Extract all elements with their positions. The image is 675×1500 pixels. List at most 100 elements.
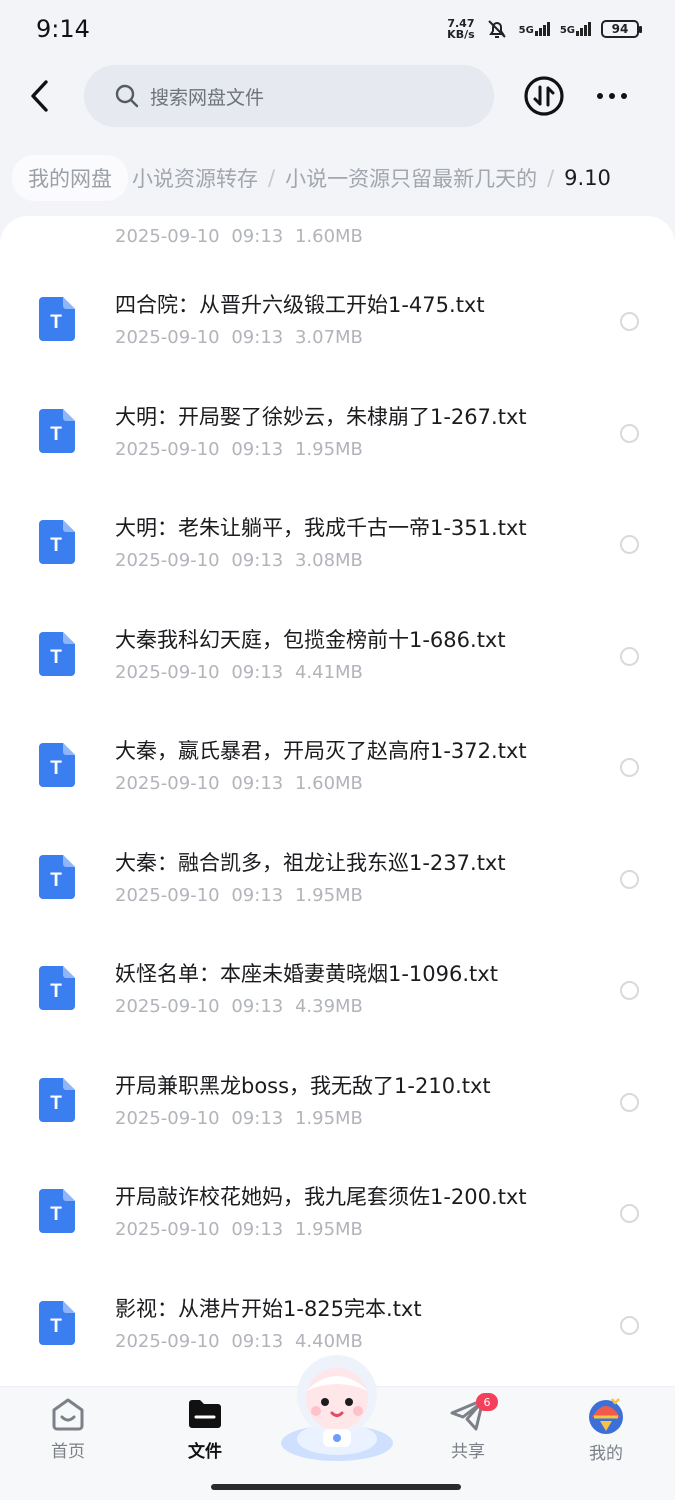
file-meta: 2025-09-10 09:13 3.08MB — [115, 550, 363, 571]
folder-icon — [189, 1400, 221, 1428]
nav-mine-label: 我的 — [589, 1444, 623, 1464]
file-meta: 2025-09-10 09:13 4.41MB — [115, 661, 363, 683]
select-checkbox[interactable] — [620, 981, 639, 1000]
file-meta: 2025-09-10 09:13 1.95MB — [115, 1219, 363, 1240]
breadcrumb-root[interactable]: 我的网盘 — [12, 155, 128, 201]
nav-share[interactable]: 6 共享 — [428, 1393, 508, 1465]
file-row[interactable]: T 大明：老朱让躺平，我成千古一帝1-351.txt 2025-09-10 09:1… — [0, 488, 675, 600]
search-input[interactable]: 搜索网盘文件 — [84, 65, 494, 127]
back-button[interactable] — [20, 76, 60, 116]
file-meta: 2025-09-10 09:13 1.60MB — [115, 226, 363, 247]
nav-home[interactable]: 首页 — [28, 1395, 108, 1465]
signal-icon-2: 5G — [560, 22, 591, 36]
txt-file-icon: T — [39, 854, 75, 899]
select-checkbox[interactable] — [620, 423, 639, 443]
file-list: 2025-09-10 09:13 1.60MB T 四合院：从晋升六级锻工开始1-… — [0, 216, 675, 1386]
svg-text:T: T — [50, 1204, 62, 1225]
svg-text:T: T — [50, 1316, 62, 1337]
select-checkbox[interactable] — [620, 646, 639, 666]
file-meta: 2025-09-10 09:13 1.60MB — [115, 773, 363, 794]
breadcrumb-separator: / — [547, 166, 555, 190]
signal-icon-1: 5G — [519, 22, 550, 36]
breadcrumb-item[interactable]: 小说一资源只留最新几天的 — [281, 163, 541, 193]
file-row[interactable]: T 开局敲诈校花她妈，我九尾套须佐1-200.txt 2025-09-10 09:1… — [0, 1157, 675, 1269]
svg-text:T: T — [50, 1093, 62, 1114]
nav-share-label: 共享 — [451, 1442, 485, 1462]
file-meta: 2025-09-10 09:13 1.95MB — [115, 1107, 363, 1129]
chevron-left-icon — [31, 80, 48, 112]
more-options-button[interactable] — [592, 80, 632, 112]
file-row[interactable]: T 大秦，嬴氏暴君，开局灭了赵高府1-372.txt 2025-09-10 09:1… — [0, 711, 675, 823]
select-checkbox[interactable] — [620, 535, 639, 554]
breadcrumb-current: 9.10 — [564, 166, 611, 190]
file-name: 大明：老朱让躺平，我成千古一帝1-351.txt — [115, 516, 527, 540]
txt-file-icon: T — [39, 743, 75, 787]
select-checkbox[interactable] — [620, 1092, 639, 1112]
file-meta: 2025-09-10 09:13 4.39MB — [115, 996, 363, 1017]
clock: 9:14 — [36, 15, 90, 43]
txt-file-icon: T — [39, 1077, 75, 1122]
svg-text:T: T — [50, 758, 62, 779]
file-row[interactable]: T 大秦：融合凯多，祖龙让我东巡1-237.txt 2025-09-10 09:13… — [0, 823, 675, 935]
breadcrumb: 我的网盘 小说资源转存 / 小说一资源只留最新几天的 / 9.10 — [12, 155, 675, 201]
file-row[interactable]: T 大秦我科幻天庭，包揽金榜前十1-686.txt 2025-09-10 09:13… — [0, 600, 675, 712]
file-row-partial[interactable]: 2025-09-10 09:13 1.60MB — [0, 216, 675, 254]
file-name: 妖怪名单：本座未婚妻黄晓烟1-1096.txt — [115, 962, 498, 986]
txt-file-icon: T — [39, 1189, 75, 1233]
dot-icon — [609, 93, 615, 99]
select-checkbox[interactable] — [620, 758, 639, 777]
file-meta: 2025-09-10 09:13 1.95MB — [115, 438, 363, 460]
header: 搜索网盘文件 — [0, 62, 675, 130]
select-checkbox[interactable] — [620, 869, 639, 889]
svg-text:T: T — [50, 981, 62, 1002]
battery-icon: 94 — [601, 20, 642, 38]
file-meta: 2025-09-10 09:13 1.95MB — [115, 884, 363, 906]
txt-file-icon: T — [39, 631, 75, 676]
ai-assistant-mascot-icon[interactable] — [276, 1351, 398, 1463]
status-icons: 7.47 KB/s 5G 5G 94 — [447, 17, 642, 41]
breadcrumb-separator: / — [268, 166, 276, 190]
network-speed: 7.47 KB/s — [447, 17, 475, 41]
file-row[interactable]: T 四合院：从晋升六级锻工开始1-475.txt 2025-09-10 09:13 … — [0, 265, 675, 377]
file-meta: 2025-09-10 09:13 3.07MB — [115, 327, 363, 348]
home-indicator — [211, 1484, 461, 1490]
dot-icon — [621, 93, 627, 99]
file-meta: 2025-09-10 09:13 4.40MB — [115, 1330, 363, 1352]
nav-mine[interactable]: 我的 — [566, 1395, 646, 1465]
status-bar: 9:14 7.47 KB/s 5G 5G 94 — [0, 0, 675, 58]
svg-text:T: T — [50, 424, 62, 445]
transfer-icon — [524, 76, 564, 116]
file-row[interactable]: T 开局兼职黑龙boss，我无敌了1-210.txt 2025-09-10 09:1… — [0, 1046, 675, 1158]
txt-file-icon: T — [39, 297, 75, 341]
avatar-icon — [589, 1398, 623, 1434]
file-name: 影视：从港片开始1-825完本.txt — [115, 1296, 422, 1321]
select-checkbox[interactable] — [620, 1204, 639, 1223]
select-checkbox[interactable] — [620, 1315, 639, 1335]
file-name: 四合院：从晋升六级锻工开始1-475.txt — [115, 293, 485, 317]
share-badge: 6 — [476, 1393, 498, 1411]
mute-bell-icon — [487, 20, 506, 38]
bottom-nav: 首页 文件 6 共享 我的 — [0, 1355, 675, 1500]
search-icon — [115, 84, 139, 108]
nav-files[interactable]: 文件 — [165, 1395, 245, 1465]
file-row[interactable]: T 大明：开局娶了徐妙云，朱棣崩了1-267.txt 2025-09-10 09:1… — [0, 377, 675, 489]
svg-text:T: T — [50, 647, 62, 668]
file-name: 大秦，嬴氏暴君，开局灭了赵高府1-372.txt — [115, 739, 527, 763]
file-name: 大秦：融合凯多，祖龙让我东巡1-237.txt — [115, 850, 506, 875]
home-face-icon — [52, 1398, 84, 1431]
svg-text:T: T — [50, 535, 62, 556]
nav-files-label: 文件 — [188, 1442, 222, 1462]
breadcrumb-item[interactable]: 小说资源转存 — [128, 163, 262, 193]
txt-file-icon: T — [39, 966, 75, 1010]
search-placeholder: 搜索网盘文件 — [150, 86, 265, 109]
txt-file-icon: T — [39, 1300, 75, 1345]
svg-text:T: T — [50, 870, 62, 891]
svg-text:T: T — [50, 312, 62, 333]
file-row[interactable]: T 妖怪名单：本座未婚妻黄晓烟1-1096.txt 2025-09-10 09:13… — [0, 934, 675, 1046]
txt-file-icon: T — [39, 520, 75, 564]
file-name: 大明：开局娶了徐妙云，朱棣崩了1-267.txt — [115, 404, 527, 429]
select-checkbox[interactable] — [620, 312, 639, 331]
file-name: 开局兼职黑龙boss，我无敌了1-210.txt — [115, 1073, 491, 1098]
transfer-button[interactable] — [522, 74, 566, 118]
dot-icon — [597, 93, 603, 99]
